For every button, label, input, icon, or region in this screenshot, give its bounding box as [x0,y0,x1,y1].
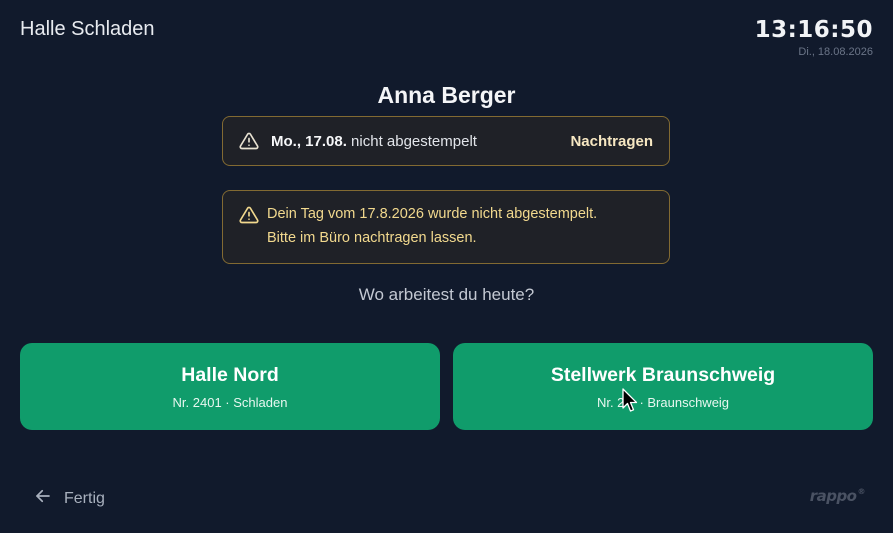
missing-stamp-alert: Mo., 17.08. nicht abgestempelt Nachtrage… [222,116,670,166]
site-button-stellwerk-braunschweig[interactable]: Stellwerk Braunschweig Nr. 24 · Braunsch… [453,343,873,430]
site-subtitle: Nr. 24 · Braunschweig [596,395,730,410]
info-alert-text: Dein Tag vom 17.8.2026 wurde nicht abges… [267,202,597,263]
arrow-left-icon [34,487,64,510]
nachtragen-button[interactable]: Nachtragen [570,133,653,150]
fertig-button[interactable]: Fertig [34,487,105,510]
info-alert: Dein Tag vom 17.8.2026 wurde nicht abges… [222,190,670,264]
warning-icon [239,131,259,151]
clock-time: 13:16:50 [754,17,873,43]
mouse-cursor-icon [622,388,638,412]
brand-name: rappo [809,487,857,505]
clock: 13:16:50 Di., 18.08.2026 [755,17,873,58]
missing-stamp-date: Mo., 17.08. [271,132,347,150]
site-title: Stellwerk Braunschweig [550,364,776,386]
info-alert-line2: Bitte im Büro nachtragen lassen. [267,230,477,246]
site-title: Halle Nord [181,364,279,386]
warning-icon [239,205,259,225]
site-subtitle: Nr. 2401 · Schladen [172,395,288,410]
employee-name: Anna Berger [377,82,516,108]
fertig-label: Fertig [64,489,105,507]
site-button-halle-nord[interactable]: Halle Nord Nr. 2401 · Schladen [20,343,440,430]
site-question: Wo arbeitest du heute? [358,285,535,304]
location-title: Halle Schladen [20,18,155,40]
clock-date: Di., 18.08.2026 [798,46,873,58]
brand-registered-mark: ® [857,487,866,496]
missing-stamp-message: nicht abgestempelt [351,132,477,150]
brand-logo: rappo® [809,487,866,505]
missing-stamp-text: Mo., 17.08. nicht abgestempelt [271,133,570,150]
info-alert-line1: Dein Tag vom 17.8.2026 wurde nicht abges… [267,206,598,222]
